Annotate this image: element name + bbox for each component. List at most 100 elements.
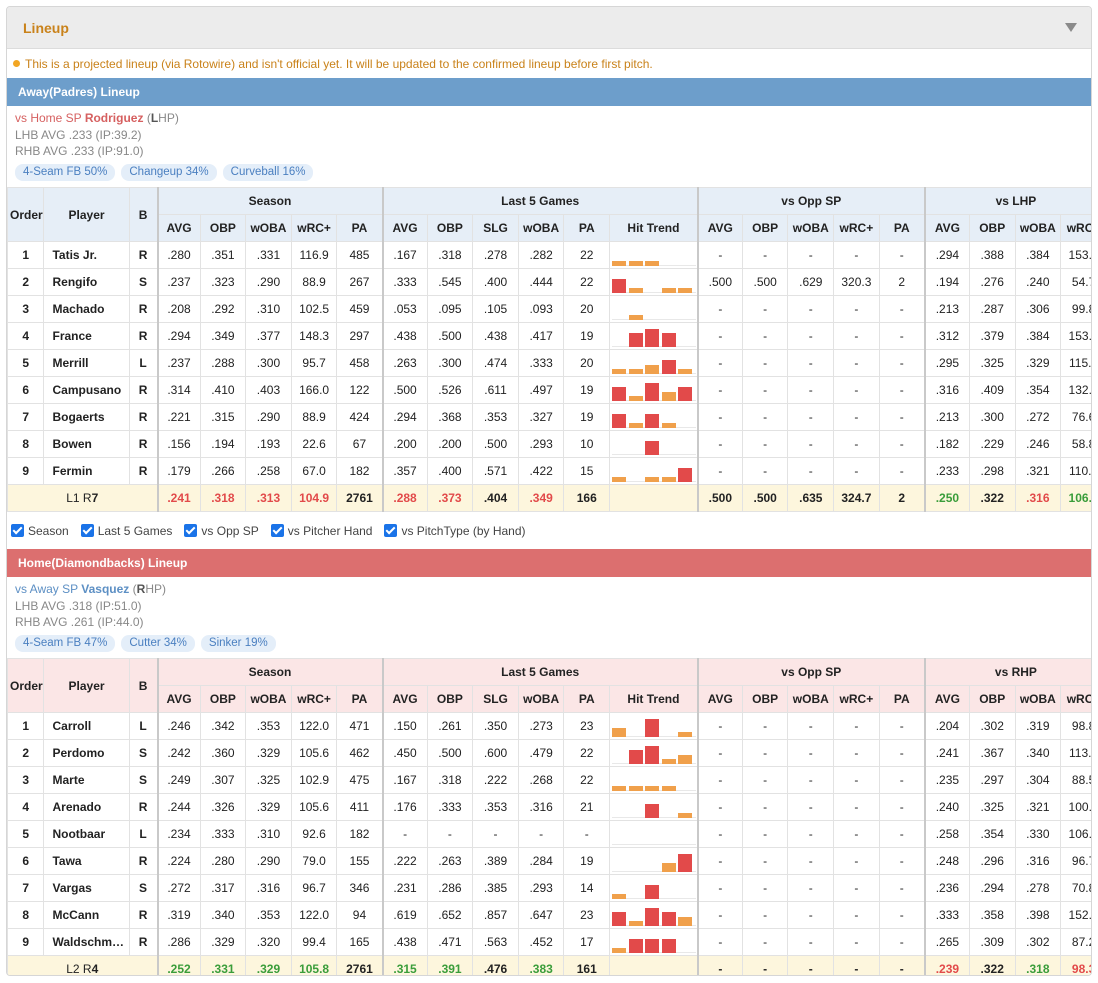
hit-trend-chart [612, 378, 697, 403]
col-season-stat[interactable]: OBP [199, 214, 247, 242]
col-hand-stat[interactable]: wOBA [1014, 685, 1062, 713]
player-name[interactable]: Tatis Jr. [43, 241, 130, 269]
player-name[interactable]: Marte [43, 766, 130, 794]
total-season-stat: .329 [245, 955, 292, 975]
player-name[interactable]: Bogaerts [43, 403, 130, 431]
checkbox-checked-icon[interactable] [11, 524, 24, 537]
sp-name[interactable]: Vasquez [81, 582, 129, 596]
away-table-wrap[interactable]: Order Player B Season Last 5 Games vs Opp SP v… [7, 187, 1091, 512]
checkbox-checked-icon[interactable] [184, 524, 198, 537]
player-name[interactable]: France [43, 322, 130, 350]
hit-trend-chart [612, 297, 697, 322]
player-name[interactable]: Carroll [43, 712, 130, 740]
col-last5-stat[interactable]: OBP [426, 685, 474, 713]
col-season-stat[interactable]: PA [336, 685, 384, 713]
player-name[interactable]: Perdomo [43, 739, 130, 767]
away-sp-info: vs Home SP Rodriguez (LHP) LHB AVG .233 (… [7, 106, 1091, 187]
col-opp-stat[interactable]: wRC+ [833, 685, 880, 713]
player-name[interactable]: Rengifo [43, 268, 130, 296]
opp-sp-stat: - [833, 322, 880, 350]
player-name[interactable]: Machado [43, 295, 130, 323]
hand-stat: .384 [1014, 241, 1062, 269]
filter-checkbox[interactable]: Season [11, 524, 69, 538]
col-last5-stat[interactable]: PA [563, 685, 611, 713]
col-season-stat[interactable]: wRC+ [290, 214, 338, 242]
col-opp-stat[interactable]: AVG [696, 685, 743, 713]
checkbox-checked-icon[interactable] [80, 524, 94, 537]
col-hand-stat[interactable]: wOBA [1014, 214, 1062, 242]
col-last5-stat[interactable]: wOBA [517, 685, 565, 713]
col-season-stat[interactable]: wRC+ [290, 685, 338, 713]
pitch-type-pill[interactable]: Sinker 19% [200, 634, 276, 652]
batting-order: 8 [7, 901, 45, 929]
col-hand-stat[interactable]: wRC+ [1060, 214, 1091, 242]
col-opp-stat[interactable]: AVG [696, 214, 743, 242]
col-opp-stat[interactable]: OBP [741, 214, 789, 242]
col-opp-stat[interactable]: wRC+ [833, 214, 880, 242]
col-last5-stat[interactable]: SLG [472, 685, 519, 713]
bats-hand: S [128, 739, 159, 767]
col-last5-stat[interactable]: Hit Trend [609, 685, 699, 713]
opp-sp-stat: - [696, 322, 743, 350]
col-season-stat[interactable]: AVG [156, 685, 201, 713]
col-opp-stat[interactable]: PA [878, 685, 926, 713]
col-opp-stat[interactable]: OBP [741, 685, 789, 713]
col-last5-stat[interactable]: AVG [381, 214, 428, 242]
col-season-stat[interactable]: wOBA [245, 685, 292, 713]
col-season-stat[interactable]: AVG [156, 214, 201, 242]
player-name[interactable]: Waldschm… [43, 928, 130, 956]
pitch-type-pill[interactable]: 4-Seam FB 50% [15, 163, 116, 181]
checkbox-checked-icon[interactable] [270, 524, 284, 537]
player-name[interactable]: Merrill [43, 349, 130, 377]
player-name[interactable]: Tawa [43, 847, 130, 875]
player-name[interactable]: Nootbaar [43, 820, 130, 848]
col-last5-stat[interactable]: AVG [381, 685, 428, 713]
pitch-type-pill[interactable]: Changeup 34% [121, 163, 217, 181]
opp-sp-stat: - [878, 322, 926, 350]
panel-header[interactable]: Lineup [7, 7, 1091, 49]
col-opp-stat[interactable]: PA [878, 214, 926, 242]
pitch-type-pill[interactable]: Cutter 34% [121, 634, 195, 652]
last5-stat: .479 [517, 739, 565, 767]
col-last5-stat[interactable]: OBP [426, 214, 474, 242]
checkbox-checked-icon[interactable] [384, 524, 398, 537]
col-last5-stat[interactable]: Hit Trend [609, 214, 699, 242]
hand-stat: 54.7 [1060, 268, 1091, 296]
col-hand-stat[interactable]: OBP [968, 685, 1016, 713]
last5-stat: .652 [426, 901, 474, 929]
col-hand-stat[interactable]: wRC+ [1060, 685, 1091, 713]
col-season-stat[interactable]: PA [336, 214, 384, 242]
filter-checkbox[interactable]: vs Pitcher Hand [270, 524, 372, 538]
col-hand-stat[interactable]: AVG [923, 685, 970, 713]
pitch-type-pill[interactable]: Curveball 16% [222, 163, 314, 181]
hand-stat: .278 [1014, 874, 1062, 902]
home-table-wrap[interactable]: Order Player B Season Last 5 Games vs Opp SP v… [7, 658, 1091, 975]
player-name[interactable]: Vargas [43, 874, 130, 902]
col-last5-stat[interactable]: SLG [472, 214, 519, 242]
filter-checkbox[interactable]: vs PitchType (by Hand) [384, 524, 526, 538]
hand-stat: .229 [968, 430, 1016, 458]
player-name[interactable]: Bowen [43, 430, 130, 458]
col-last5-stat[interactable]: PA [563, 214, 611, 242]
player-name[interactable]: McCann [43, 901, 130, 929]
player-name[interactable]: Fermin [43, 457, 130, 485]
col-hand-stat[interactable]: OBP [968, 214, 1016, 242]
lineup-total-row: L1 R7.241.318.313 104.9 2761.288.373.404.3… [7, 484, 1091, 512]
trend-bar [661, 758, 676, 764]
filter-checkbox[interactable]: vs Opp SP [184, 524, 259, 538]
col-last5-stat[interactable]: wOBA [517, 214, 565, 242]
col-hand-stat[interactable]: AVG [923, 214, 970, 242]
col-season-stat[interactable]: wOBA [245, 214, 292, 242]
col-opp-stat[interactable]: wOBA [787, 214, 835, 242]
filter-checkbox[interactable]: Last 5 Games [80, 524, 172, 538]
last5-stat: 21 [563, 793, 611, 821]
player-name[interactable]: Arenado [43, 793, 130, 821]
player-name[interactable]: Campusano [43, 376, 130, 404]
col-season-stat[interactable]: OBP [199, 685, 247, 713]
hand-stat: .325 [968, 793, 1016, 821]
sp-name[interactable]: Rodriguez [85, 111, 144, 125]
col-opp-stat[interactable]: wOBA [787, 685, 835, 713]
pitch-type-pill[interactable]: 4-Seam FB 47% [15, 634, 116, 652]
last5-stat: .095 [426, 295, 474, 323]
collapse-caret-icon[interactable] [1065, 23, 1077, 32]
